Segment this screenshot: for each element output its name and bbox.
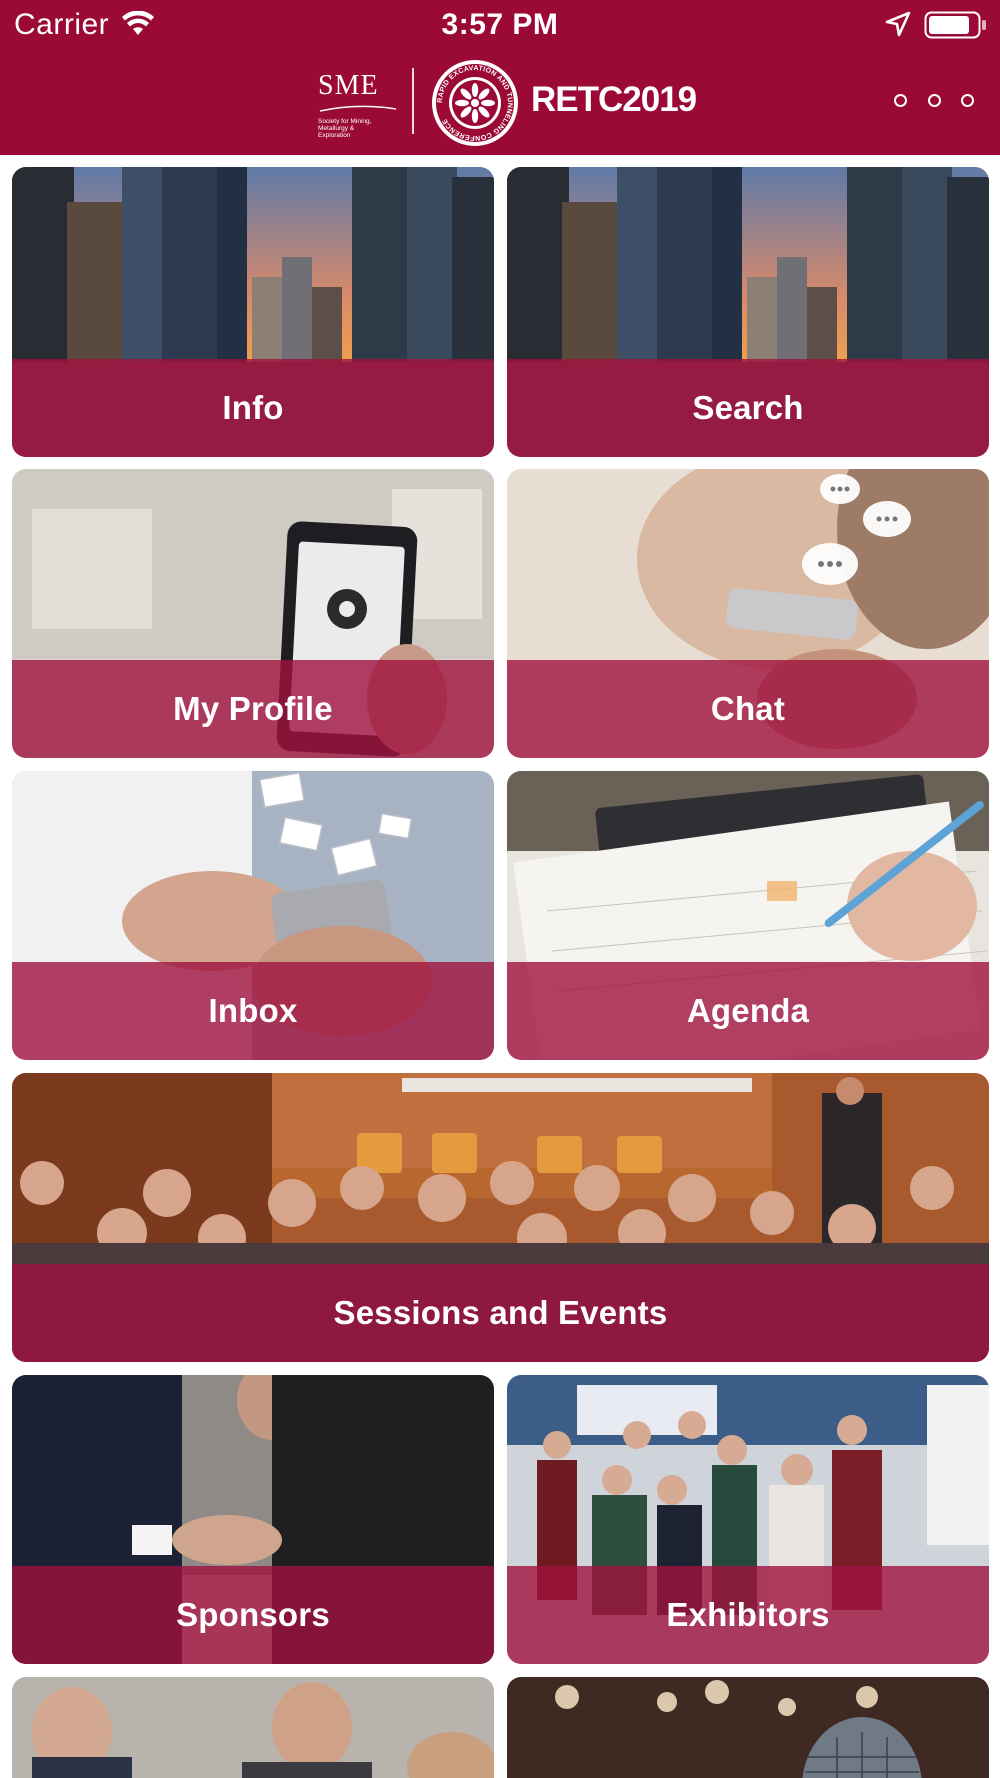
sme-swoosh-icon xyxy=(319,105,397,112)
location-arrow-icon xyxy=(885,11,911,37)
app-header: Carrier 3:57 PM SME Society for Mining, … xyxy=(0,0,1000,155)
sme-logo: SME Society for Mining, Metallurgy & Exp… xyxy=(318,70,404,139)
battery-icon xyxy=(924,11,986,39)
conference-title: RETC2019 xyxy=(531,80,697,119)
tile-inbox[interactable]: Inbox xyxy=(12,771,494,1060)
ellipsis-icon-dot xyxy=(927,93,941,107)
tile-label: Info xyxy=(222,389,284,426)
retc-emblem-logo: RAPID EXCAVATION AND TUNNELING CONFERENC… xyxy=(432,60,518,146)
tile-exhibitors[interactable]: Exhibitors xyxy=(507,1375,989,1664)
tile-label: Agenda xyxy=(686,992,810,1029)
tile-label-band: Search xyxy=(507,359,989,457)
tile-sessions-and-events[interactable]: Sessions and Events xyxy=(12,1073,989,1362)
tile-label-band: Chat xyxy=(507,660,989,758)
logo-divider xyxy=(412,68,414,134)
tile-info[interactable]: Info xyxy=(12,167,494,457)
tile-label: Sessions and Events xyxy=(333,1294,668,1331)
tile-my-profile[interactable]: My Profile xyxy=(12,469,494,758)
tile-label-band: My Profile xyxy=(12,660,494,758)
ellipsis-icon-dot xyxy=(961,93,974,107)
tile-partial-left[interactable] xyxy=(12,1677,494,1778)
tile-agenda[interactable]: Agenda xyxy=(507,771,989,1060)
ellipsis-icon-dot xyxy=(894,93,907,107)
tile-label-band: Exhibitors xyxy=(507,1566,989,1664)
tile-chat[interactable]: Chat xyxy=(507,469,989,758)
app-home-screen: Carrier 3:57 PM SME Society for Mining, … xyxy=(0,0,1000,1778)
navigation-bar: SME Society for Mining, Metallurgy & Exp… xyxy=(0,50,1000,155)
tile-label: Chat xyxy=(710,690,786,727)
tile-search[interactable]: Search xyxy=(507,167,989,457)
tile-label: My Profile xyxy=(173,690,333,727)
tile-sponsors[interactable]: Sponsors xyxy=(12,1375,494,1664)
sme-logo-subtext: Society for Mining, Metallurgy & Explora… xyxy=(318,118,372,139)
more-options-button[interactable] xyxy=(886,80,982,120)
speakers-photo xyxy=(12,1677,494,1778)
sme-logo-text: SME xyxy=(318,70,379,101)
tile-label: Exhibitors xyxy=(666,1596,830,1633)
status-bar: Carrier 3:57 PM xyxy=(0,0,1000,50)
tile-label: Inbox xyxy=(208,992,298,1029)
tile-label-band: Agenda xyxy=(507,962,989,1060)
microphone-photo xyxy=(507,1677,989,1778)
tile-label-band: Inbox xyxy=(12,962,494,1060)
tile-label: Sponsors xyxy=(176,1596,330,1633)
tile-partial-right[interactable] xyxy=(507,1677,989,1778)
tile-label-band: Sponsors xyxy=(12,1566,494,1664)
tile-label-band: Sessions and Events xyxy=(12,1264,989,1362)
clock-time: 3:57 PM xyxy=(441,8,559,41)
tile-label-band: Info xyxy=(12,359,494,457)
tile-label: Search xyxy=(692,389,804,426)
